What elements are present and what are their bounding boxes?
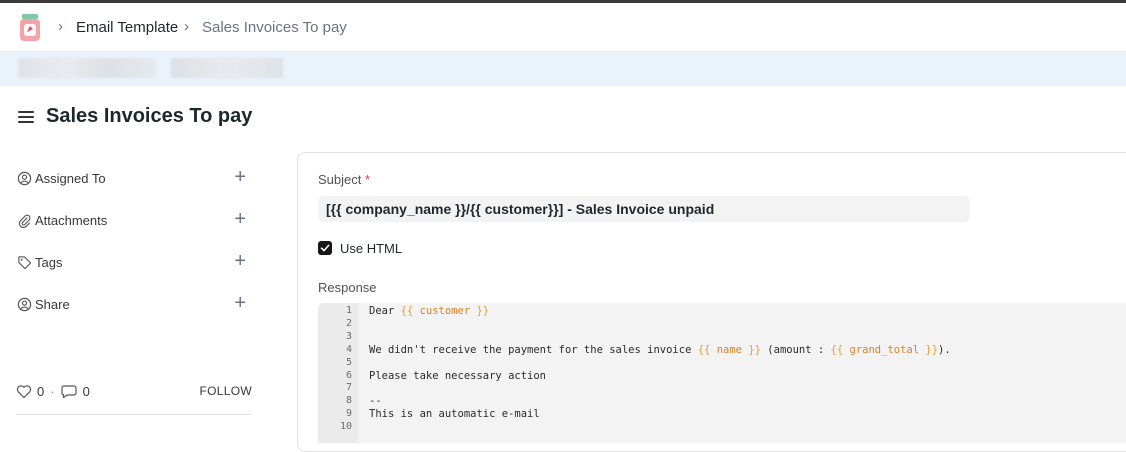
plus-icon[interactable]: + bbox=[234, 250, 246, 272]
blurred-banner-text bbox=[18, 58, 156, 78]
line-number: 3 bbox=[345, 330, 352, 342]
sidebar-item-assigned-to[interactable]: Assigned To + bbox=[16, 166, 252, 190]
code-line: 7 bbox=[318, 382, 1126, 395]
breadcrumb-current-doc[interactable]: Sales Invoices To pay bbox=[202, 19, 347, 36]
code-text: This is an automatic e-mail bbox=[369, 408, 540, 421]
comment-icon[interactable] bbox=[60, 384, 77, 399]
chevron-right-icon: › bbox=[58, 18, 63, 35]
code-line: 8 -- bbox=[318, 395, 1126, 408]
separator-dot: · bbox=[50, 383, 55, 399]
line-number: 2 bbox=[345, 317, 352, 329]
tag-icon bbox=[16, 254, 32, 270]
follow-button[interactable]: FOLLOW bbox=[200, 384, 252, 398]
code-line: 10 bbox=[318, 421, 1126, 434]
response-label: Response bbox=[318, 280, 377, 295]
assign-user-icon bbox=[16, 170, 32, 186]
comment-count: 0 bbox=[82, 383, 90, 399]
code-line: 4 We didn't receive the payment for the s… bbox=[318, 344, 1126, 357]
page-title: Sales Invoices To pay bbox=[46, 105, 253, 127]
breadcrumb-email-template[interactable]: Email Template bbox=[76, 19, 178, 36]
sidebar-divider bbox=[16, 414, 252, 415]
line-number: 7 bbox=[345, 382, 352, 394]
sidebar-toggle-icon[interactable] bbox=[18, 111, 34, 124]
code-text: Dear {{ customer }} bbox=[369, 305, 490, 317]
use-html-checkbox[interactable] bbox=[318, 241, 332, 255]
line-number: 1 bbox=[345, 305, 352, 316]
required-mark: * bbox=[365, 172, 371, 187]
subject-input[interactable]: [{{ company_name }}/{{ customer}}] - Sal… bbox=[318, 196, 970, 222]
code-line: 1 Dear {{ customer }} bbox=[318, 305, 1126, 318]
line-number: 10 bbox=[339, 421, 352, 433]
sidebar-item-share[interactable]: Share + bbox=[16, 292, 252, 316]
line-number: 9 bbox=[345, 408, 352, 420]
sidebar-item-label: Attachments bbox=[35, 212, 108, 228]
heart-icon[interactable] bbox=[16, 384, 32, 399]
plus-icon[interactable]: + bbox=[234, 208, 246, 230]
plus-icon[interactable]: + bbox=[234, 166, 246, 188]
like-count: 0 bbox=[37, 383, 45, 399]
code-line: 6 Please take necessary action bbox=[318, 370, 1126, 383]
blurred-banner-text bbox=[171, 58, 283, 78]
sidebar-item-label: Share bbox=[35, 296, 70, 312]
social-stats: 0 · 0 FOLLOW bbox=[16, 380, 252, 402]
sidebar-item-label: Tags bbox=[35, 254, 63, 270]
code-text: -- bbox=[369, 395, 382, 408]
subject-label: Subject * bbox=[318, 172, 370, 187]
page-header: Sales Invoices To pay bbox=[0, 86, 1126, 148]
code-text: Please take necessary action bbox=[369, 369, 547, 382]
plus-icon[interactable]: + bbox=[234, 292, 246, 314]
app-logo-icon[interactable] bbox=[18, 13, 42, 43]
use-html-label: Use HTML bbox=[340, 241, 403, 256]
sidebar-item-label: Assigned To bbox=[35, 170, 106, 186]
code-text: We didn't receive the payment for the sa… bbox=[369, 343, 951, 356]
line-number: 6 bbox=[345, 369, 352, 381]
code-line: 5 bbox=[318, 357, 1126, 370]
subject-label-text: Subject bbox=[318, 172, 362, 187]
code-line: 9 This is an automatic e-mail bbox=[318, 408, 1126, 421]
paperclip-icon bbox=[16, 212, 32, 228]
share-user-icon bbox=[16, 296, 32, 312]
code-line: 3 bbox=[318, 331, 1126, 344]
code-line: 2 bbox=[318, 318, 1126, 331]
notice-banner bbox=[0, 52, 1126, 86]
sidebar-item-attachments[interactable]: Attachments + bbox=[16, 208, 252, 232]
checkmark-icon bbox=[320, 244, 330, 252]
line-number: 8 bbox=[345, 395, 352, 407]
response-code-editor[interactable]: 1 Dear {{ customer }} 2 3 4 We didn't receive… bbox=[318, 303, 1126, 443]
chevron-right-icon: › bbox=[184, 18, 189, 35]
navbar: › Email Template › Sales Invoices To pay bbox=[0, 3, 1126, 52]
line-number: 4 bbox=[345, 343, 352, 355]
sidebar-item-tags[interactable]: Tags + bbox=[16, 250, 252, 274]
line-number: 5 bbox=[345, 356, 352, 368]
